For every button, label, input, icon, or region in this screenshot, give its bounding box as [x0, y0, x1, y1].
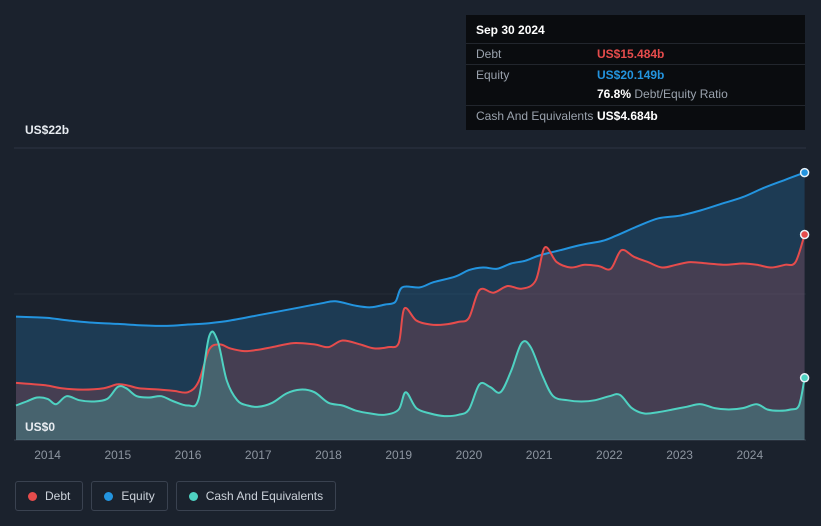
debt-equity-chart-page: US$22b US$0 2014 2015 2016 2017 2018 2019 2020…: [0, 0, 821, 526]
x-axis-label-2017: 2017: [244, 448, 272, 462]
cash-endpoint-marker[interactable]: [799, 373, 810, 383]
legend-label-cash: Cash And Equivalents: [205, 489, 324, 503]
legend-label-debt: Debt: [45, 489, 71, 503]
tooltip-equity-row: Equity US$20.149b: [466, 64, 805, 85]
tooltip-equity-label: Equity: [476, 68, 510, 82]
x-axis-label-2016: 2016: [174, 448, 202, 462]
y-axis-max-label: US$22b: [25, 123, 70, 137]
tooltip-ratio-value: 76.8%: [597, 87, 632, 101]
tooltip-ratio-row: 76.8% Debt/Equity Ratio: [466, 85, 805, 105]
x-axis-label-2019: 2019: [385, 448, 413, 462]
x-axis-label-2020: 2020: [455, 448, 483, 462]
tooltip-cash-row: Cash And Equivalents US$4.684b: [466, 105, 805, 130]
tooltip-cash-label: Cash And Equivalents: [476, 109, 594, 123]
x-axis-label-2015: 2015: [104, 448, 132, 462]
debt-dot-icon: [28, 491, 37, 501]
legend: Debt Equity Cash And Equivalents: [15, 481, 337, 511]
tooltip-debt-value: US$15.484b: [597, 47, 665, 61]
tooltip-equity-value: US$20.149b: [597, 68, 665, 82]
tooltip-date: Sep 30 2024: [476, 23, 545, 37]
equity-dot-icon: [104, 491, 114, 501]
x-axis-label-2023: 2023: [666, 448, 693, 462]
debt-endpoint-marker[interactable]: [799, 229, 810, 240]
x-axis: 2014 2015 2016 2017 2018 2019 2020 2021 2022 2023…: [0, 448, 821, 464]
x-axis-label-2022: 2022: [596, 448, 623, 462]
x-axis-label-2024: 2024: [736, 448, 764, 462]
x-axis-label-2014: 2014: [34, 448, 61, 462]
x-axis-label-2018: 2018: [315, 448, 342, 462]
chart-tooltip: Sep 30 2024 Debt US$15.484b Equity US$20…: [466, 15, 805, 130]
tooltip-ratio: 76.8% Debt/Equity Ratio: [597, 87, 728, 101]
legend-item-equity[interactable]: Equity: [91, 481, 168, 511]
tooltip-cash-value: US$4.684b: [597, 109, 658, 123]
tooltip-ratio-label: Debt/Equity Ratio: [634, 87, 728, 101]
legend-item-debt[interactable]: Debt: [15, 481, 84, 511]
tooltip-debt-label: Debt: [476, 47, 502, 61]
equity-endpoint-marker[interactable]: [799, 167, 810, 178]
tooltip-debt-row: Debt US$15.484b: [466, 43, 805, 64]
x-axis-label-2021: 2021: [525, 448, 553, 462]
cash-dot-icon: [188, 491, 198, 501]
legend-item-cash[interactable]: Cash And Equivalents: [175, 481, 337, 511]
legend-label-equity: Equity: [121, 489, 155, 503]
y-axis-min-label: US$0: [25, 420, 56, 434]
